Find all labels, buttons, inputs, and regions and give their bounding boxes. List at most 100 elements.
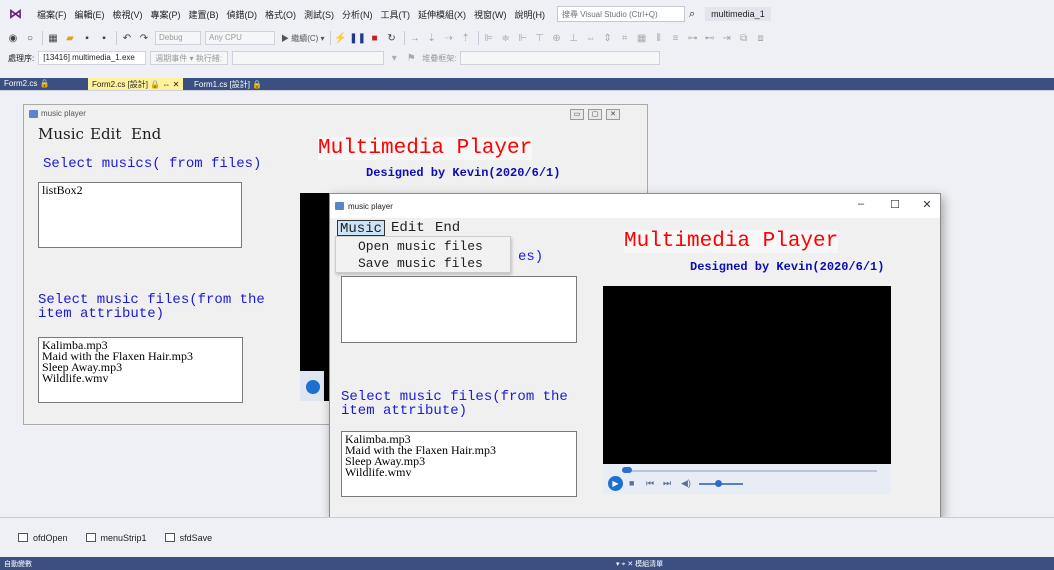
lifecycle-events-select[interactable]: 週期事件 ▾ 執行緒:	[150, 51, 229, 65]
open-music-files-item[interactable]: Open music files	[358, 239, 483, 254]
design-menu-edit[interactable]: Edit	[90, 125, 121, 143]
save-music-files-item[interactable]: Save music files	[358, 256, 483, 271]
forward-icon[interactable]: ○	[23, 31, 37, 45]
design-menu-end[interactable]: End	[131, 125, 161, 143]
tray-item-sfdsave[interactable]: sfdSave	[164, 533, 212, 543]
process-select[interactable]: [13416] multimedia_1.exe	[38, 51, 147, 65]
snap-to-grid-icon[interactable]: ▦	[635, 31, 649, 45]
stop-icon[interactable]: ■	[368, 31, 382, 45]
volume-thumb[interactable]	[715, 480, 722, 487]
autos-tab[interactable]: 自動變數	[4, 559, 32, 569]
search-input[interactable]: 搜尋 Visual Studio (Ctrl+Q)	[557, 6, 685, 22]
menu-format[interactable]: 格式(O)	[265, 8, 296, 21]
center-horizontally-icon[interactable]: ⊶	[686, 31, 700, 45]
runtime-music-player-window[interactable]: music player – ☐ ✕ Music Edit End Open m…	[329, 193, 941, 519]
continue-button[interactable]: ▶ 繼續(C) ▾	[281, 31, 325, 45]
list-item[interactable]: Wildlife.wmv	[345, 466, 573, 478]
menu-music[interactable]: Music	[337, 220, 386, 237]
design-listbox1[interactable]: Kalimba.mp3 Maid with the Flaxen Hair.mp…	[38, 337, 243, 403]
make-same-height-icon[interactable]: ⇕	[601, 31, 615, 45]
stop-button[interactable]: ■	[629, 478, 634, 488]
align-bottoms-icon[interactable]: ⊥	[567, 31, 581, 45]
menu-tools[interactable]: 工具(T)	[381, 8, 411, 21]
menu-edit[interactable]: 編輯(E)	[75, 8, 105, 21]
file-listbox[interactable]: Kalimba.mp3 Maid with the Flaxen Hair.mp…	[341, 431, 577, 497]
tray-item-ofdopen[interactable]: ofdOpen	[18, 533, 68, 543]
step-over-icon[interactable]: ⇢	[442, 31, 456, 45]
make-same-size-icon[interactable]: ⌗	[618, 31, 632, 45]
show-next-statement-icon[interactable]: →	[408, 31, 422, 45]
tray-item-menustrip[interactable]: menuStrip1	[85, 532, 147, 543]
undo-icon[interactable]: ↶	[120, 31, 134, 45]
menu-file[interactable]: 檔案(F)	[37, 8, 67, 21]
align-centers-icon[interactable]: ≑	[499, 31, 513, 45]
redo-icon[interactable]: ↷	[137, 31, 151, 45]
tab-form2-designer[interactable]: Form2.cs [設計] 🔒 ⇔ ✕	[88, 78, 184, 90]
maximize-button[interactable]: ☐	[888, 198, 902, 211]
filter-icon[interactable]: ▾	[387, 51, 401, 65]
flag-icon[interactable]: ⚑	[404, 51, 418, 65]
menu-analyze[interactable]: 分析(N)	[342, 8, 373, 21]
solution-config-select[interactable]: Debug	[155, 31, 201, 45]
solution-platform-select[interactable]: Any CPU	[205, 31, 275, 45]
tab-form2-code[interactable]: Form2.cs 🔒	[0, 78, 54, 90]
send-to-back-icon[interactable]: ⧈	[754, 31, 768, 45]
tab-order-icon[interactable]: ⇥	[720, 31, 734, 45]
menu-debug[interactable]: 偵錯(D)	[227, 8, 258, 21]
new-project-icon[interactable]: ▦	[46, 31, 60, 45]
design-select-label: Select musics( from files)	[43, 156, 262, 172]
tray-item-label: menuStrip1	[100, 532, 147, 543]
restart-icon[interactable]: ↻	[385, 31, 399, 45]
save-all-icon[interactable]: ▪	[97, 31, 111, 45]
next-button[interactable]: ⏭	[663, 478, 671, 489]
pause-icon[interactable]: ❚❚	[349, 31, 366, 45]
menu-project[interactable]: 專案(P)	[151, 8, 181, 21]
hot-reload-icon[interactable]: ⚡	[334, 31, 348, 45]
volume-icon[interactable]: ◀)	[681, 478, 691, 489]
seek-bar[interactable]	[622, 470, 877, 472]
center-vertically-icon[interactable]: ⊷	[703, 31, 717, 45]
menu-build[interactable]: 建置(B)	[189, 8, 219, 21]
minimize-button[interactable]: –	[854, 198, 868, 210]
menu-extensions[interactable]: 延伸模組(X)	[418, 8, 466, 21]
menu-test[interactable]: 測試(S)	[304, 8, 334, 21]
search-icon[interactable]: ⌕	[689, 8, 695, 21]
save-icon[interactable]: ▪	[80, 31, 94, 45]
menu-view[interactable]: 檢視(V)	[113, 8, 143, 21]
menu-window[interactable]: 視窗(W)	[474, 8, 507, 21]
list-item[interactable]: Wildlife.wmv	[42, 372, 239, 384]
play-button[interactable]: ▶	[608, 476, 623, 491]
runtime-listbox2[interactable]	[341, 276, 577, 343]
seek-thumb[interactable]	[622, 467, 632, 473]
vertical-spacing-icon[interactable]: ≡	[669, 31, 683, 45]
horizontal-spacing-icon[interactable]: ⫴	[652, 31, 666, 45]
step-out-icon[interactable]: ⇡	[459, 31, 473, 45]
step-into-icon[interactable]: ⇣	[425, 31, 439, 45]
design-menu-music[interactable]: Music	[38, 125, 84, 143]
design-play-icon[interactable]	[306, 380, 320, 394]
menu-edit-runtime[interactable]: Edit	[389, 220, 427, 236]
open-folder-icon[interactable]: ▰	[63, 31, 77, 45]
media-player[interactable]: ▶ ■ ⏮ ⏭ ◀)	[603, 286, 891, 494]
tab-form1-designer[interactable]: Form1.cs [設計] 🔒	[190, 78, 266, 90]
align-tops-icon[interactable]: ⊤	[533, 31, 547, 45]
thread-select[interactable]	[232, 51, 385, 65]
align-lefts-icon[interactable]: ⊫	[482, 31, 496, 45]
stack-frame-select[interactable]	[460, 51, 661, 65]
previous-button[interactable]: ⏮	[646, 478, 654, 489]
design-listbox2[interactable]: listBox2	[38, 182, 242, 248]
design-subtitle-label: Designed by Kevin(2020/6/1)	[366, 166, 561, 180]
modules-tab[interactable]: ▾ ⌖ ✕ 模組清單	[616, 559, 663, 569]
make-same-width-icon[interactable]: ⇔	[584, 31, 598, 45]
align-middles-icon[interactable]: ⊕	[550, 31, 564, 45]
align-rights-icon[interactable]: ⊩	[516, 31, 530, 45]
back-icon[interactable]: ◉	[6, 31, 20, 45]
runtime-attr-label: Select music files(from the item attribu…	[341, 390, 568, 418]
menu-end[interactable]: End	[433, 220, 462, 236]
close-button[interactable]: ✕	[920, 198, 934, 211]
toolbar-separator	[116, 31, 117, 45]
menu-help[interactable]: 說明(H)	[515, 8, 546, 21]
project-name-badge: multimedia_1	[705, 7, 771, 21]
maximize-icon: ▢	[588, 109, 602, 120]
bring-to-front-icon[interactable]: ⧉	[737, 31, 751, 45]
